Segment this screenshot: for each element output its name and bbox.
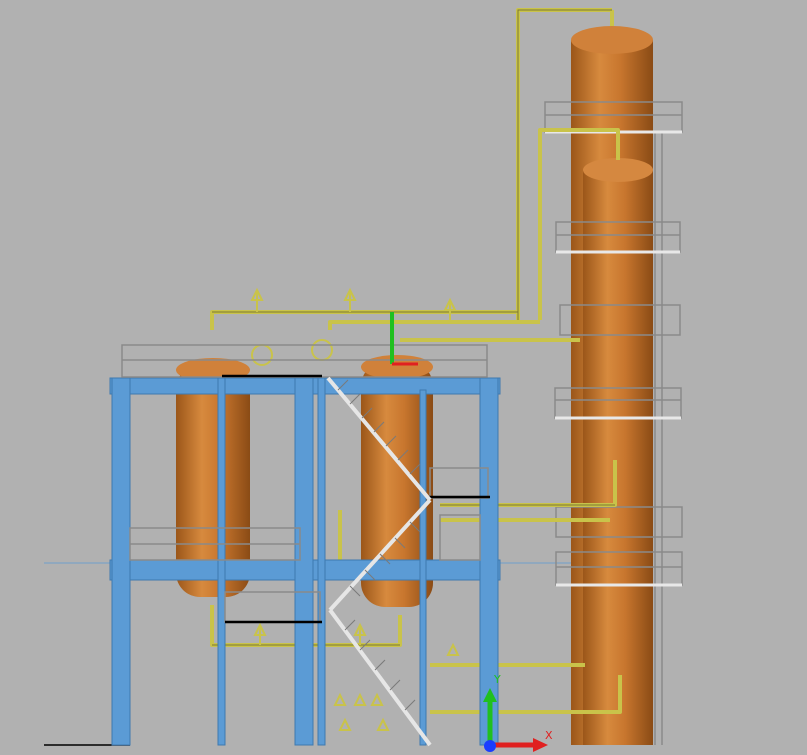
distillation-column-short xyxy=(583,158,653,745)
steel-frame xyxy=(109,377,501,746)
ucs-y-label: Y xyxy=(494,673,501,686)
cad-viewport[interactable]: X Y xyxy=(0,0,807,755)
ucs-x-label: X xyxy=(545,729,553,742)
plant-model-drawing xyxy=(44,8,683,752)
